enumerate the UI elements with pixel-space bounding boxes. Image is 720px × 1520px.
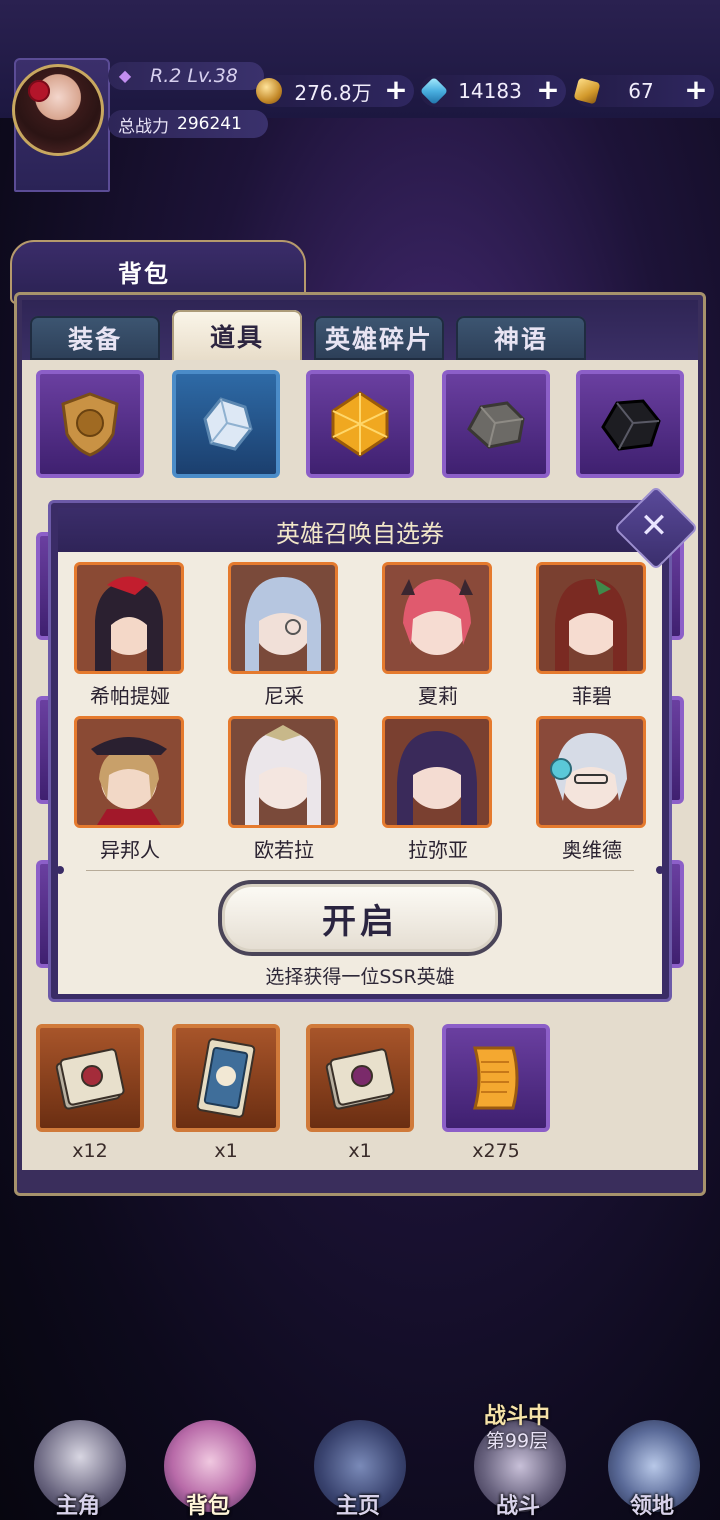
hero-name: 奥维德	[562, 838, 622, 862]
hero-card-stranger[interactable]	[74, 716, 184, 828]
currency-gold: 276.8万 +	[256, 75, 414, 107]
card-deck-icon	[325, 1048, 395, 1110]
scroll-icon	[473, 1046, 519, 1110]
hero-portrait	[385, 719, 489, 825]
bag-title: 背包	[118, 260, 170, 288]
token-amount: 67	[628, 79, 654, 103]
hero-card-ovid[interactable]	[536, 716, 646, 828]
battle-floor: 第99层	[485, 1430, 549, 1452]
nav-home[interactable]: 主页	[298, 1400, 418, 1520]
hero-name: 尼采	[264, 684, 304, 708]
item-count: x1	[214, 1140, 238, 1162]
item-count: x1	[348, 1140, 372, 1162]
hero-portrait	[539, 719, 643, 825]
item-slot[interactable]	[172, 370, 280, 478]
open-button-label: 开启	[322, 901, 398, 942]
item-slot[interactable]	[670, 696, 684, 804]
tab-hero-fragments[interactable]: 英雄碎片	[314, 316, 444, 360]
tab-equipment[interactable]: 装备	[30, 316, 160, 360]
item-slot[interactable]	[576, 370, 684, 478]
silver-ore-icon	[203, 397, 253, 451]
rank-badge-icon: ◆	[118, 66, 132, 85]
rank-level-pill: ◆ R.2 Lv.38	[108, 62, 264, 90]
hero-portrait	[77, 565, 181, 671]
token-icon	[573, 77, 601, 105]
dialog-title: 英雄召唤自选券	[276, 520, 444, 548]
nav-bag[interactable]: 背包	[148, 1400, 268, 1520]
golden-crystal-icon	[331, 391, 389, 457]
item-count: x275	[472, 1140, 520, 1162]
item-slot[interactable]	[442, 370, 550, 478]
nav-hero[interactable]: 主角	[18, 1400, 138, 1520]
item-slot[interactable]	[36, 1024, 144, 1132]
item-slot[interactable]	[172, 1024, 280, 1132]
open-description: 选择获得一位SSR英雄	[265, 966, 455, 988]
stone-ore-icon	[467, 401, 525, 449]
hero-portrait	[539, 565, 643, 671]
add-token-button[interactable]: +	[684, 76, 708, 104]
add-crystal-button[interactable]: +	[536, 76, 560, 104]
nav-label: 战斗	[495, 1494, 540, 1519]
nav-label: 主页	[335, 1494, 380, 1519]
hero-name: 拉弥亚	[408, 838, 468, 862]
tab-items[interactable]: 道具	[172, 310, 302, 362]
hero-card-aurora[interactable]	[228, 716, 338, 828]
total-power-label: 总战力	[118, 116, 169, 137]
currency-token: 67 +	[573, 75, 714, 107]
hero-card-hypatia[interactable]	[74, 562, 184, 674]
hero-portrait	[231, 719, 335, 825]
tab-myth[interactable]: 神语	[456, 316, 586, 360]
hero-card-shirley[interactable]	[382, 562, 492, 674]
open-button[interactable]: 开启	[218, 880, 502, 956]
item-slot[interactable]	[670, 860, 684, 968]
item-slot[interactable]	[442, 1024, 550, 1132]
hero-card-phoebe[interactable]	[536, 562, 646, 674]
currency-crystal: 14183 +	[419, 75, 566, 107]
close-icon[interactable]: ✕	[638, 506, 670, 546]
divider-dot	[656, 866, 664, 874]
hero-portrait	[231, 565, 335, 671]
hero-name: 夏莉	[418, 684, 458, 708]
hero-name: 菲碧	[572, 684, 612, 708]
crystal-amount: 14183	[458, 79, 522, 103]
hero-name: 希帕提娅	[90, 684, 170, 708]
item-slot[interactable]	[306, 370, 414, 478]
hero-portrait	[385, 565, 489, 671]
gold-coin-icon	[256, 78, 282, 104]
add-gold-button[interactable]: +	[384, 76, 408, 104]
nav-label: 领地	[629, 1494, 674, 1519]
item-slot[interactable]	[306, 1024, 414, 1132]
hero-name: 异邦人	[100, 838, 160, 862]
item-count: x12	[72, 1140, 108, 1162]
total-power-pill: 总战力 296241	[108, 110, 268, 138]
nav-territory[interactable]: 领地	[592, 1400, 712, 1520]
shield-emblem-icon	[61, 392, 119, 457]
total-power-value: 296241	[177, 114, 242, 134]
hero-portrait	[77, 719, 181, 825]
nav-label: 主角	[55, 1494, 100, 1519]
hero-card-icon	[196, 1038, 256, 1118]
rank-level-text: R.2 Lv.38	[150, 65, 238, 87]
hero-card-lamia[interactable]	[382, 716, 492, 828]
hero-card-nietzsche[interactable]	[228, 562, 338, 674]
divider-dot	[56, 866, 64, 874]
dark-ore-icon	[601, 399, 661, 451]
nav-label: 背包	[185, 1494, 230, 1519]
gold-amount: 276.8万	[294, 80, 372, 105]
player-avatar[interactable]	[12, 64, 104, 156]
hero-name: 欧若拉	[254, 838, 314, 862]
item-slot[interactable]	[36, 370, 144, 478]
flower-icon	[28, 80, 50, 102]
dialog-divider	[86, 870, 634, 871]
card-deck-icon	[55, 1048, 125, 1110]
